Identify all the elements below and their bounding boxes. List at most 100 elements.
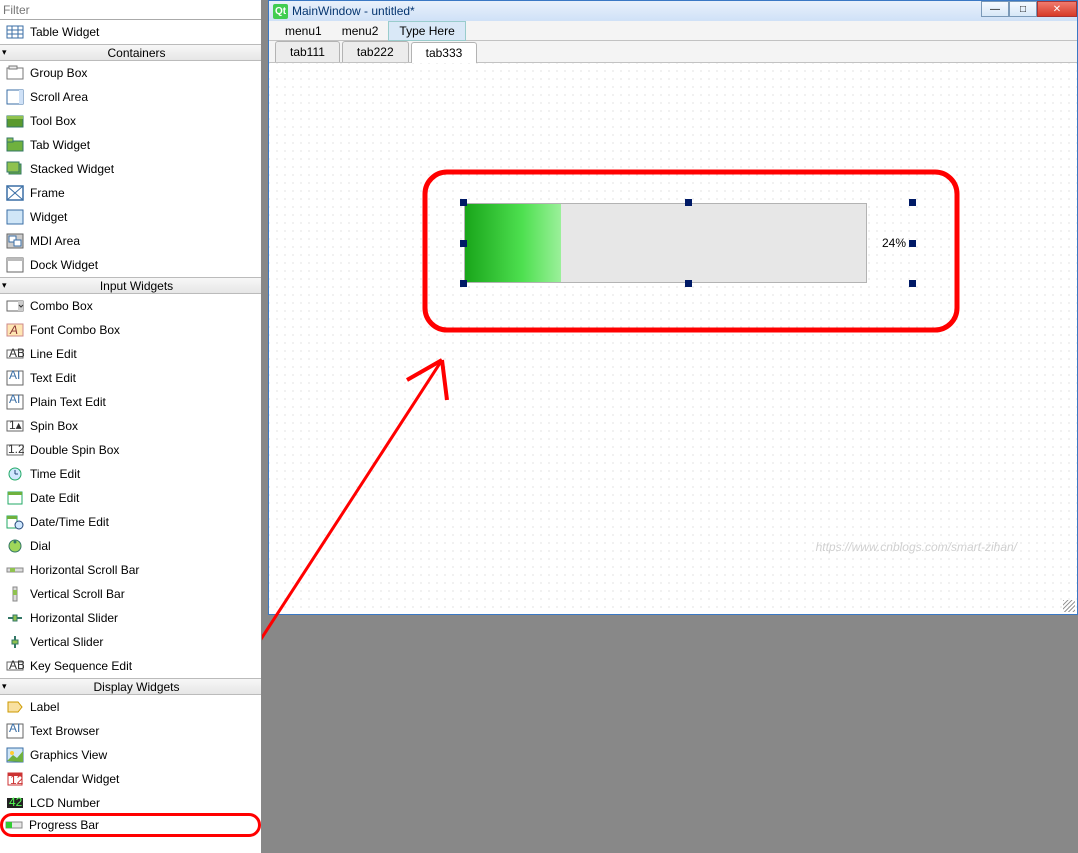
- minimize-button[interactable]: —: [981, 1, 1009, 17]
- widget-item-label: Text Browser: [30, 724, 99, 738]
- tabbar[interactable]: tab111tab222tab333: [269, 41, 1077, 63]
- category-header[interactable]: ▾Containers: [0, 44, 261, 61]
- widget-item[interactable]: AB|Line Edit: [0, 342, 261, 366]
- widget-item[interactable]: AIText Edit: [0, 366, 261, 390]
- widget-box-panel: Table Widget▾ContainersGroup Box Scroll A…: [0, 0, 262, 853]
- svg-text:AI: AI: [9, 370, 20, 382]
- widget-item[interactable]: Scroll Area: [0, 85, 261, 109]
- progress-percent-label: 24%: [882, 236, 906, 250]
- tab[interactable]: tab222: [342, 41, 409, 62]
- resize-handle[interactable]: [685, 280, 692, 287]
- window-resize-grip[interactable]: [1063, 600, 1075, 612]
- widget-item-label: MDI Area: [30, 234, 80, 248]
- category-title: Input Widgets: [14, 279, 259, 293]
- widget-item[interactable]: Horizontal Slider: [0, 606, 261, 630]
- widget-item[interactable]: Combo Box: [0, 294, 261, 318]
- widget-item[interactable]: AI Text Browser: [0, 719, 261, 743]
- svg-text:1.2: 1.2: [8, 442, 24, 456]
- resize-handle[interactable]: [460, 199, 467, 206]
- widget-item[interactable]: Graphics View: [0, 743, 261, 767]
- menu-typehere[interactable]: Type Here: [388, 21, 465, 41]
- widget-item-label: Spin Box: [30, 419, 78, 433]
- widget-item[interactable]: Vertical Scroll Bar: [0, 582, 261, 606]
- menu-item[interactable]: menu1: [275, 22, 332, 40]
- widget-item[interactable]: Table Widget: [0, 20, 261, 44]
- menubar[interactable]: menu1 menu2 Type Here: [269, 21, 1077, 41]
- calendar-widget-icon: 12: [4, 770, 26, 788]
- label-icon: [4, 698, 26, 716]
- widget-item[interactable]: Date/Time Edit: [0, 510, 261, 534]
- widget-item-label: Horizontal Scroll Bar: [30, 563, 139, 577]
- horizontal-slider-icon: [4, 609, 26, 627]
- svg-text:12: 12: [10, 773, 24, 787]
- svg-text:AI: AI: [9, 723, 20, 735]
- window-title: MainWindow - untitled*: [292, 4, 981, 18]
- combo-box-icon: [4, 297, 26, 315]
- plain-text-edit-icon: AI: [4, 393, 26, 411]
- horizontal-scroll-bar-icon: [4, 561, 26, 579]
- widget-item[interactable]: AI Plain Text Edit: [0, 390, 261, 414]
- widget-item[interactable]: 1▴ Spin Box: [0, 414, 261, 438]
- tab-widget-icon: [4, 136, 26, 154]
- menu-item[interactable]: menu2: [332, 22, 389, 40]
- widget-item[interactable]: AB|Key Sequence Edit: [0, 654, 261, 678]
- category-header[interactable]: ▾Display Widgets: [0, 678, 261, 695]
- filter-row: [0, 0, 261, 20]
- widget-item-label: Tool Box: [30, 114, 76, 128]
- widget-item-label: Combo Box: [30, 299, 93, 313]
- progress-bar-icon: [3, 816, 25, 834]
- widget-item-label: LCD Number: [30, 796, 100, 810]
- widget-list[interactable]: Table Widget▾ContainersGroup Box Scroll A…: [0, 20, 261, 853]
- widget-item[interactable]: Frame: [0, 181, 261, 205]
- widget-item-label: Font Combo Box: [30, 323, 120, 337]
- widget-item[interactable]: 1.2Double Spin Box: [0, 438, 261, 462]
- category-header[interactable]: ▾Input Widgets: [0, 277, 261, 294]
- widget-item[interactable]: Tab Widget: [0, 133, 261, 157]
- widget-item-label: Dial: [30, 539, 51, 553]
- widget-item[interactable]: Dial: [0, 534, 261, 558]
- resize-handle[interactable]: [685, 199, 692, 206]
- widget-item[interactable]: Label: [0, 695, 261, 719]
- widget-item[interactable]: AFont Combo Box: [0, 318, 261, 342]
- close-button[interactable]: ✕: [1037, 1, 1077, 17]
- widget-item[interactable]: Horizontal Scroll Bar: [0, 558, 261, 582]
- widget-item[interactable]: 12Calendar Widget: [0, 767, 261, 791]
- widget-item[interactable]: Tool Box: [0, 109, 261, 133]
- date-edit-icon: [4, 489, 26, 507]
- spin-box-icon: 1▴: [4, 417, 26, 435]
- widget-item-label: Scroll Area: [30, 90, 88, 104]
- svg-text:42: 42: [9, 795, 23, 809]
- svg-text:AB|: AB|: [9, 346, 24, 360]
- widget-item[interactable]: Time Edit: [0, 462, 261, 486]
- resize-handle[interactable]: [909, 280, 916, 287]
- widget-item[interactable]: Dock Widget: [0, 253, 261, 277]
- filter-input[interactable]: [0, 1, 261, 19]
- widget-item[interactable]: Stacked Widget: [0, 157, 261, 181]
- resize-handle[interactable]: [909, 199, 916, 206]
- widget-item-label: Plain Text Edit: [30, 395, 106, 409]
- progress-fill: [465, 204, 561, 282]
- date-time-edit-icon: [4, 513, 26, 531]
- resize-handle[interactable]: [460, 240, 467, 247]
- tab[interactable]: tab333: [411, 42, 478, 63]
- widget-item[interactable]: Group Box: [0, 61, 261, 85]
- widget-item[interactable]: Vertical Slider: [0, 630, 261, 654]
- widget-item[interactable]: MDI Area: [0, 229, 261, 253]
- widget-item[interactable]: Date Edit: [0, 486, 261, 510]
- double-spin-box-icon: 1.2: [4, 441, 26, 459]
- resize-handle[interactable]: [460, 280, 467, 287]
- widget-icon: [4, 208, 26, 226]
- widget-item-label: Time Edit: [30, 467, 80, 481]
- selected-widget-progressbar[interactable]: 24%: [464, 203, 912, 283]
- svg-text:AB|: AB|: [9, 658, 24, 672]
- tab[interactable]: tab111: [275, 41, 340, 62]
- progress-bar-widget[interactable]: [464, 203, 867, 283]
- resize-handle[interactable]: [909, 240, 916, 247]
- widget-item[interactable]: Progress Bar: [0, 813, 261, 837]
- design-canvas[interactable]: 24% https://www.cnblogs.com/smart-zihan/: [269, 63, 1077, 614]
- chevron-down-icon: ▾: [2, 47, 14, 58]
- maximize-button[interactable]: □: [1009, 1, 1037, 17]
- widget-item[interactable]: 42 LCD Number: [0, 791, 261, 815]
- widget-item-label: Progress Bar: [29, 818, 99, 832]
- widget-item[interactable]: Widget: [0, 205, 261, 229]
